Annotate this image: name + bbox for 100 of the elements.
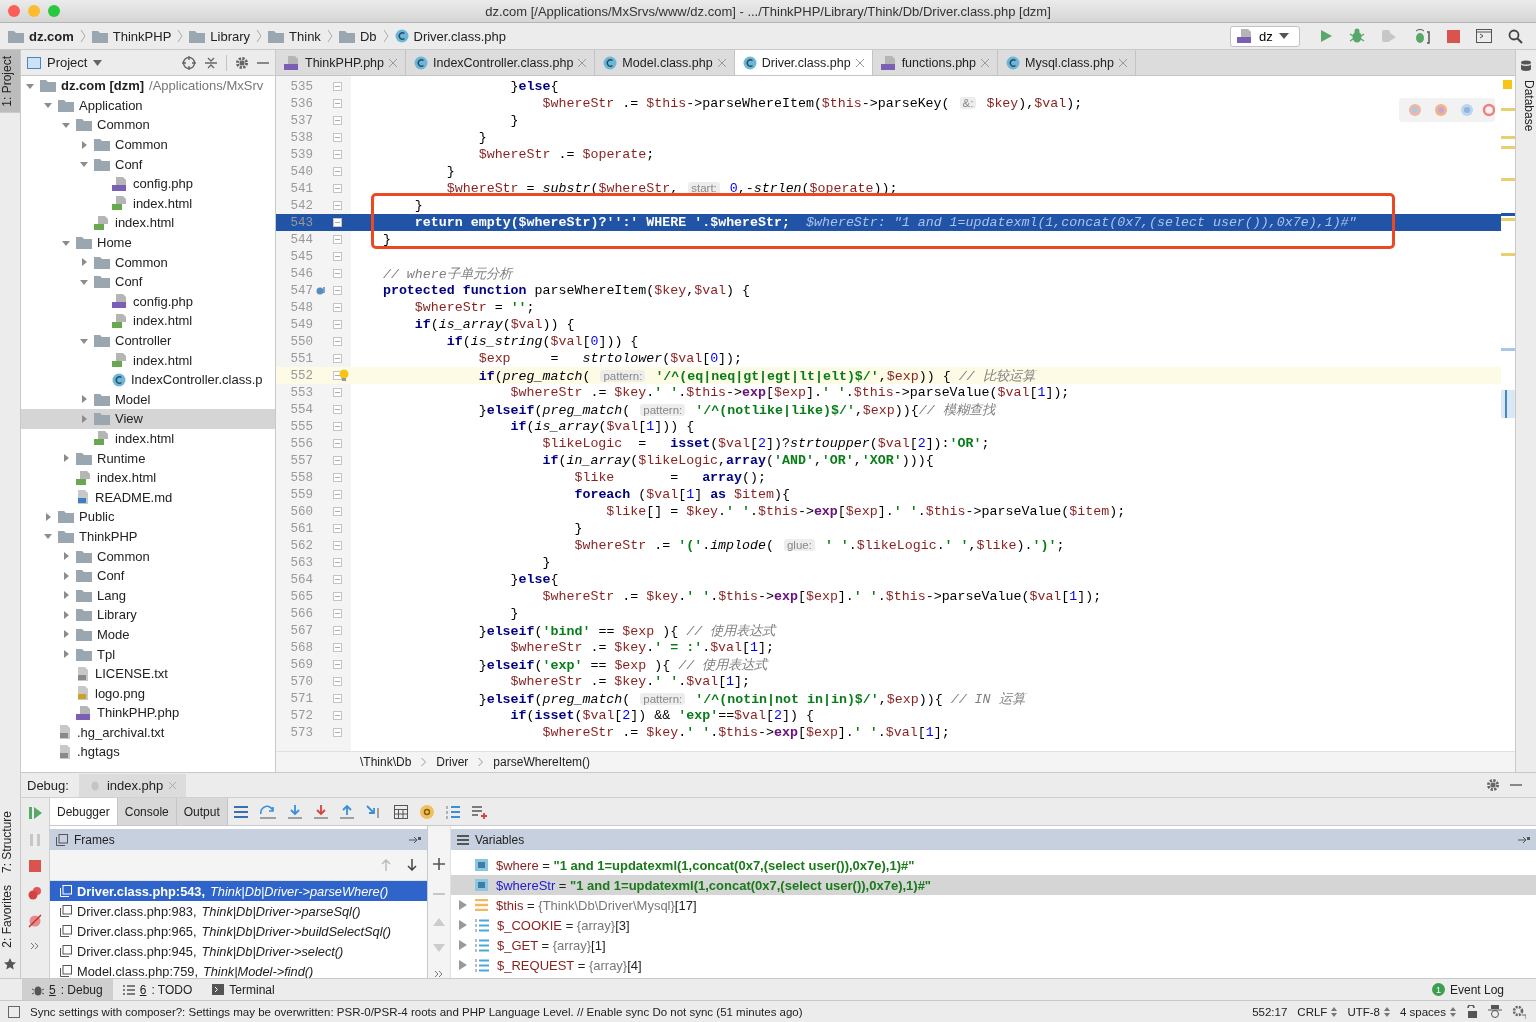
run-icon[interactable] xyxy=(1319,29,1333,43)
breakpoints-icon[interactable] xyxy=(28,886,42,900)
debugger-tab[interactable]: Console xyxy=(117,798,177,825)
tool-window-button[interactable]: 5 : Debug xyxy=(22,979,113,1000)
tree-item[interactable]: index.html xyxy=(21,467,275,488)
editor-tab[interactable]: functions.php xyxy=(872,50,998,75)
fold-marker-icon[interactable] xyxy=(332,626,342,635)
lock-icon[interactable] xyxy=(1466,1005,1478,1018)
stack-frame[interactable]: Driver.class.php:543, Think|Db|Driver->parseWhere() xyxy=(50,881,427,901)
tree-item[interactable]: config.php xyxy=(21,291,275,312)
tree-item[interactable]: .hgtags xyxy=(21,742,275,762)
collapsed-arrow-icon[interactable] xyxy=(61,570,71,581)
run-configuration-dropdown[interactable]: dz xyxy=(1230,25,1300,47)
editor-tab[interactable]: Mysql.class.php xyxy=(998,50,1136,75)
fold-marker-icon[interactable] xyxy=(332,218,342,227)
step-over-icon[interactable] xyxy=(259,804,276,819)
breadcrumb-item[interactable]: ThinkPHP xyxy=(91,28,172,44)
tree-item[interactable]: Tpl xyxy=(21,644,275,664)
person-icon[interactable] xyxy=(1488,1004,1502,1019)
listen-debug-icon[interactable] xyxy=(1413,28,1431,44)
debug-session-tab[interactable]: index.php xyxy=(78,773,187,797)
collapsed-arrow-icon[interactable] xyxy=(61,590,71,601)
collapsed-arrow-icon[interactable] xyxy=(61,629,71,640)
close-icon[interactable] xyxy=(981,58,989,67)
variable-entry[interactable]: $_GET = {array}[1] xyxy=(497,937,606,953)
down-triangle-icon[interactable] xyxy=(433,944,445,952)
lightbulb-icon[interactable] xyxy=(339,368,349,383)
fold-marker-icon[interactable] xyxy=(332,728,342,737)
collapsed-arrow-icon[interactable] xyxy=(43,511,53,522)
fold-marker-icon[interactable] xyxy=(332,490,342,499)
settings-icon[interactable] xyxy=(1486,778,1500,792)
tree-item[interactable]: ThinkPHP.php xyxy=(21,703,275,723)
add-icon[interactable] xyxy=(433,858,445,870)
fold-marker-icon[interactable] xyxy=(332,303,342,312)
tree-item[interactable]: Runtime xyxy=(21,448,275,468)
tree-item[interactable]: Common xyxy=(21,134,275,155)
editor-tab[interactable]: Model.class.php xyxy=(595,50,735,75)
tree-item[interactable]: IndexController.class.p xyxy=(21,369,275,390)
status-dropdown[interactable]: UTF-8 xyxy=(1347,1005,1390,1018)
fold-marker-icon[interactable] xyxy=(332,405,342,414)
fold-marker-icon[interactable] xyxy=(332,473,342,482)
close-icon[interactable] xyxy=(169,781,177,789)
tree-item[interactable]: Conf xyxy=(21,154,275,174)
tool-window-tab[interactable]: 1: Project xyxy=(0,50,20,113)
collapsed-arrow-icon[interactable] xyxy=(61,649,71,659)
fold-marker-icon[interactable] xyxy=(332,711,342,720)
fold-marker-icon[interactable] xyxy=(332,184,342,193)
close-icon[interactable] xyxy=(1118,58,1127,67)
zoom-window-icon[interactable] xyxy=(48,5,60,17)
calculator-icon[interactable] xyxy=(393,804,408,819)
stack-frame[interactable]: Driver.class.php:983, Think|Db|Driver->parseSql() xyxy=(50,901,427,921)
resume-icon[interactable] xyxy=(28,806,42,820)
fold-marker-icon[interactable] xyxy=(332,82,342,91)
tree-item[interactable]: Common xyxy=(21,115,275,135)
tree-item[interactable]: index.html xyxy=(21,213,275,233)
fold-marker-icon[interactable] xyxy=(332,201,342,210)
stop-icon[interactable] xyxy=(1447,29,1460,43)
fold-marker-icon[interactable] xyxy=(332,116,342,125)
fold-marker-icon[interactable] xyxy=(332,269,342,278)
fold-marker-icon[interactable] xyxy=(332,609,342,618)
up-triangle-icon[interactable] xyxy=(433,918,445,926)
add-watch-icon[interactable] xyxy=(471,804,488,819)
variable-entry[interactable]: $this = {Think\Db\Driver\Mysql}[17] xyxy=(496,897,697,913)
editor-tab[interactable]: IndexController.class.php xyxy=(406,50,596,75)
tree-item[interactable]: index.html xyxy=(21,350,275,370)
fold-marker-icon[interactable] xyxy=(332,439,342,448)
fold-marker-icon[interactable] xyxy=(332,286,342,295)
close-icon[interactable] xyxy=(717,58,726,67)
tree-item[interactable]: Conf xyxy=(21,565,275,586)
tree-item[interactable]: logo.png xyxy=(21,683,275,703)
more-icon[interactable] xyxy=(434,970,444,978)
fold-marker-icon[interactable] xyxy=(332,133,342,142)
tree-item[interactable]: index.html xyxy=(21,193,275,214)
fold-marker-icon[interactable] xyxy=(332,235,342,244)
fold-marker-icon[interactable] xyxy=(332,575,342,584)
browser-icons[interactable] xyxy=(1399,98,1495,122)
locate-icon[interactable] xyxy=(182,55,196,70)
fold-marker-icon[interactable] xyxy=(332,592,342,601)
fold-marker-icon[interactable] xyxy=(332,643,342,652)
expanded-arrow-icon[interactable] xyxy=(61,120,71,130)
tree-item[interactable]: Conf xyxy=(21,271,275,292)
step-into-icon[interactable] xyxy=(287,804,302,819)
collapsed-arrow-icon[interactable] xyxy=(79,257,89,268)
tool-window-tab[interactable]: Database xyxy=(1516,74,1536,138)
tree-item[interactable]: View xyxy=(21,409,275,429)
terminal-window-icon[interactable] xyxy=(1476,29,1492,43)
breadcrumb-item[interactable]: Library xyxy=(189,28,251,44)
frames-list-icon[interactable] xyxy=(233,805,248,818)
close-icon[interactable] xyxy=(389,58,397,67)
close-window-icon[interactable] xyxy=(8,5,20,17)
variable-entry[interactable]: $_REQUEST = {array}[4] xyxy=(497,957,642,973)
tree-item[interactable]: Common xyxy=(21,252,275,272)
collapsed-arrow-icon[interactable] xyxy=(79,413,89,424)
fold-marker-icon[interactable] xyxy=(332,677,342,686)
fold-marker-icon[interactable] xyxy=(332,694,342,703)
fold-marker-icon[interactable] xyxy=(332,99,342,108)
fold-marker-icon[interactable] xyxy=(332,354,342,363)
debugger-tab[interactable]: Debugger xyxy=(50,798,118,825)
tree-item[interactable]: Application xyxy=(21,95,275,116)
code-breadcrumb[interactable]: Driver xyxy=(436,755,469,769)
